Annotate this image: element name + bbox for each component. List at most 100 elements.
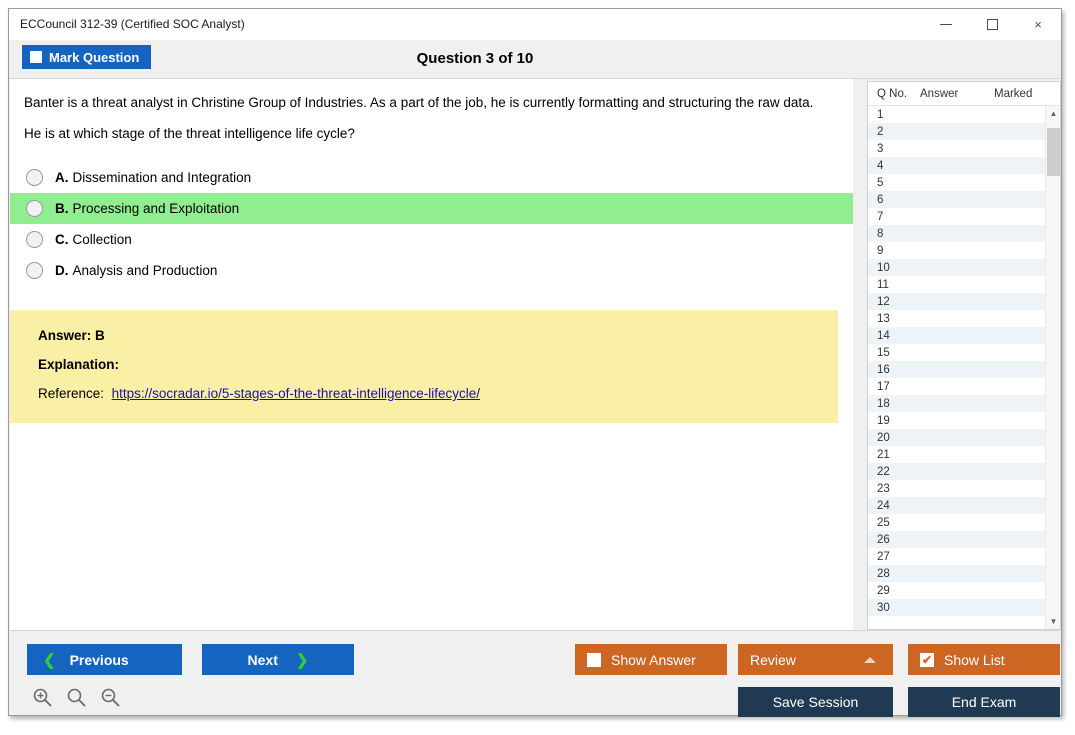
cell-q-no: 13 <box>877 312 890 325</box>
previous-button[interactable]: ❮ Previous <box>27 644 182 675</box>
show-answer-button[interactable]: Show Answer <box>575 644 727 675</box>
cell-q-no: 20 <box>877 431 890 444</box>
chevron-right-icon: ❯ <box>295 651 309 669</box>
table-row[interactable]: 29 <box>868 582 1045 599</box>
exam-top-bar: Mark Question Question 3 of 10 <box>9 40 1061 79</box>
table-row[interactable]: 21 <box>868 446 1045 463</box>
exam-footer: ❮ Previous Next ❯ Show Answer Review ✔ S… <box>10 630 1060 717</box>
cell-q-no: 27 <box>877 550 890 563</box>
cell-q-no: 29 <box>877 584 890 597</box>
show-list-label: Show List <box>944 651 1005 668</box>
end-exam-button[interactable]: End Exam <box>908 687 1060 717</box>
table-row[interactable]: 22 <box>868 463 1045 480</box>
table-row[interactable]: 19 <box>868 412 1045 429</box>
review-dropdown-button[interactable]: Review <box>738 644 893 675</box>
previous-label: Previous <box>69 651 129 668</box>
next-label: Next <box>247 651 278 668</box>
show-answer-label: Show Answer <box>611 651 696 668</box>
close-button[interactable]: × <box>1015 9 1061 40</box>
cell-q-no: 11 <box>877 278 889 291</box>
option-radio-icon[interactable] <box>26 169 43 186</box>
maximize-button[interactable] <box>969 9 1015 40</box>
chevron-left-icon: ❮ <box>43 651 56 669</box>
show-list-button[interactable]: ✔ Show List <box>908 644 1060 675</box>
question-list-scrollbar[interactable]: ▲ ▼ <box>1045 106 1060 629</box>
save-session-button[interactable]: Save Session <box>738 687 893 717</box>
table-row[interactable]: 17 <box>868 378 1045 395</box>
scrollbar-thumb[interactable] <box>1047 128 1060 176</box>
cell-q-no: 12 <box>877 295 890 308</box>
table-row[interactable]: 13 <box>868 310 1045 327</box>
explanation-label: Explanation: <box>38 357 120 372</box>
option-radio-icon[interactable] <box>26 231 43 248</box>
option-text: Collection <box>72 232 132 247</box>
table-row[interactable]: 15 <box>868 344 1045 361</box>
reference-link[interactable]: https://socradar.io/5-stages-of-the-thre… <box>112 386 480 401</box>
zoom-reset-icon[interactable] <box>66 687 87 708</box>
question-paragraph-2: He is at which stage of the threat intel… <box>24 126 355 141</box>
table-row[interactable]: 2 <box>868 123 1045 140</box>
option-row[interactable]: D. Analysis and Production <box>10 255 853 286</box>
title-bar: ECCouncil 312-39 (Certified SOC Analyst)… <box>9 9 1061 40</box>
table-row[interactable]: 28 <box>868 565 1045 582</box>
table-row[interactable]: 27 <box>868 548 1045 565</box>
cell-q-no: 7 <box>877 210 884 223</box>
cell-q-no: 2 <box>877 125 884 138</box>
cell-q-no: 23 <box>877 482 890 495</box>
show-answer-checkbox-icon <box>587 652 601 667</box>
table-row[interactable]: 23 <box>868 480 1045 497</box>
option-row[interactable]: B. Processing and Exploitation <box>10 193 853 224</box>
option-text: Analysis and Production <box>72 263 218 278</box>
table-row[interactable]: 16 <box>868 361 1045 378</box>
table-row[interactable]: 26 <box>868 531 1045 548</box>
end-exam-label: End Exam <box>951 694 1017 710</box>
table-row[interactable]: 9 <box>868 242 1045 259</box>
table-row[interactable]: 24 <box>868 497 1045 514</box>
review-label: Review <box>750 651 796 668</box>
column-header-q-no: Q No. <box>877 87 908 100</box>
table-row[interactable]: 1 <box>868 106 1045 123</box>
table-row[interactable]: 3 <box>868 140 1045 157</box>
option-letter: A. <box>55 170 69 185</box>
question-counter: Question 3 of 10 <box>416 50 534 67</box>
table-row[interactable]: 10 <box>868 259 1045 276</box>
table-row[interactable]: 25 <box>868 514 1045 531</box>
maximize-icon <box>986 19 998 30</box>
question-content: Banter is a threat analyst in Christine … <box>10 79 853 630</box>
table-row[interactable]: 12 <box>868 293 1045 310</box>
table-row[interactable]: 18 <box>868 395 1045 412</box>
option-radio-icon[interactable] <box>26 200 43 217</box>
reference-label: Reference: <box>38 386 105 401</box>
cell-q-no: 9 <box>877 244 884 257</box>
cell-q-no: 24 <box>877 499 890 512</box>
question-list-body[interactable]: 1 2 3 4 5 6 7 8 9 10 11 12 13 14 15 16 17 18 19 20 21 22 23 24 2… <box>868 106 1045 629</box>
exam-window: ECCouncil 312-39 (Certified SOC Analyst)… <box>8 8 1062 717</box>
scroll-down-icon[interactable]: ▼ <box>1046 614 1061 629</box>
cell-q-no: 15 <box>877 346 890 359</box>
table-row[interactable]: 6 <box>868 191 1045 208</box>
cell-q-no: 25 <box>877 516 890 529</box>
show-list-checkbox-icon: ✔ <box>920 652 934 667</box>
cell-q-no: 3 <box>877 142 884 155</box>
table-row[interactable]: 8 <box>868 225 1045 242</box>
scroll-up-icon[interactable]: ▲ <box>1046 106 1061 121</box>
cell-q-no: 4 <box>877 159 884 172</box>
option-row[interactable]: A. Dissemination and Integration <box>10 162 853 193</box>
option-text: Dissemination and Integration <box>72 170 252 185</box>
table-row[interactable]: 7 <box>868 208 1045 225</box>
zoom-out-icon[interactable] <box>100 687 121 708</box>
table-row[interactable]: 5 <box>868 174 1045 191</box>
minimize-button[interactable] <box>923 9 969 40</box>
next-button[interactable]: Next ❯ <box>202 644 354 675</box>
window-title: ECCouncil 312-39 (Certified SOC Analyst) <box>20 17 245 31</box>
option-row[interactable]: C. Collection <box>10 224 853 255</box>
window-controls: × <box>923 9 1061 40</box>
table-row[interactable]: 30 <box>868 599 1045 616</box>
option-radio-icon[interactable] <box>26 262 43 279</box>
table-row[interactable]: 11 <box>868 276 1045 293</box>
table-row[interactable]: 4 <box>868 157 1045 174</box>
table-row[interactable]: 14 <box>868 327 1045 344</box>
zoom-in-icon[interactable] <box>32 687 53 708</box>
save-session-label: Save Session <box>772 694 859 710</box>
table-row[interactable]: 20 <box>868 429 1045 446</box>
